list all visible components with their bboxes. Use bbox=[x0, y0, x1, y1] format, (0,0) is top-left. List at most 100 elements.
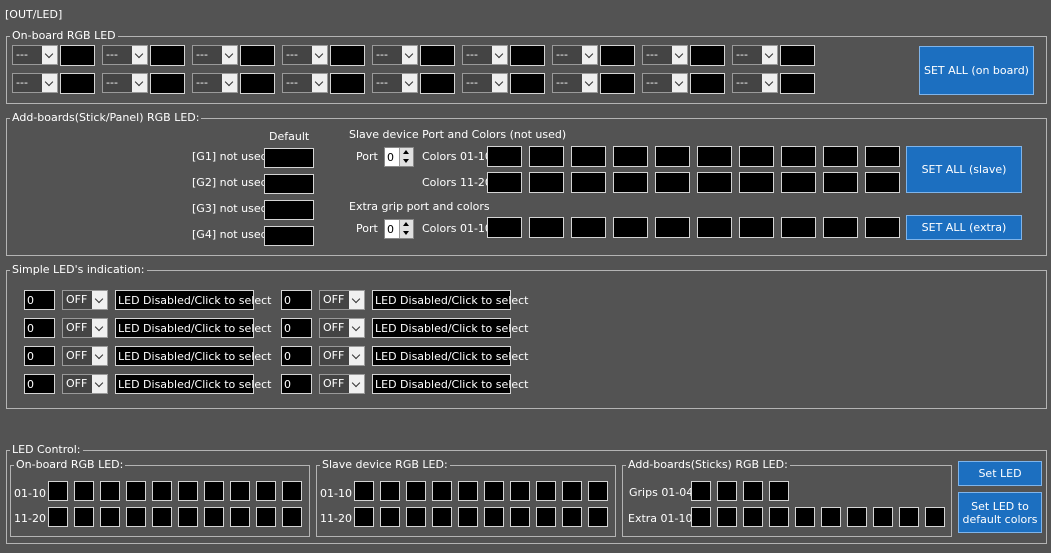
simple-led-value-field[interactable]: 0 bbox=[281, 374, 312, 394]
led-square[interactable] bbox=[354, 481, 374, 501]
simple-led-state-select[interactable]: OFF bbox=[62, 290, 108, 310]
color-box[interactable] bbox=[655, 217, 690, 238]
chevron-down-icon[interactable] bbox=[349, 291, 364, 309]
color-box[interactable] bbox=[739, 146, 774, 167]
led-square[interactable] bbox=[691, 507, 711, 527]
led-square[interactable] bbox=[282, 507, 302, 527]
color-box[interactable] bbox=[697, 146, 732, 167]
led-square[interactable] bbox=[256, 507, 276, 527]
color-box[interactable] bbox=[697, 217, 732, 238]
simple-led-state-select[interactable]: OFF bbox=[319, 346, 365, 366]
color-box[interactable] bbox=[823, 146, 858, 167]
led-square[interactable] bbox=[743, 507, 763, 527]
simple-led-value-field[interactable]: 0 bbox=[24, 290, 55, 310]
simple-led-state-select[interactable]: OFF bbox=[319, 318, 365, 338]
onboard-led-color[interactable] bbox=[240, 45, 275, 66]
led-square[interactable] bbox=[484, 481, 504, 501]
color-box[interactable] bbox=[487, 146, 522, 167]
chevron-down-icon[interactable] bbox=[492, 74, 507, 92]
onboard-led-color[interactable] bbox=[690, 45, 725, 66]
slave-port-spinner[interactable]: 0 bbox=[384, 147, 414, 167]
led-square[interactable] bbox=[152, 507, 172, 527]
led-square[interactable] bbox=[717, 507, 737, 527]
led-square[interactable] bbox=[510, 507, 530, 527]
chevron-down-icon[interactable] bbox=[42, 46, 57, 64]
led-square[interactable] bbox=[380, 481, 400, 501]
chevron-down-icon[interactable] bbox=[92, 375, 107, 393]
onboard-led-combo[interactable]: --- bbox=[102, 73, 148, 93]
spinner-arrows-icon[interactable] bbox=[399, 148, 413, 166]
simple-led-select-button[interactable]: LED Disabled/Click to select bbox=[115, 290, 271, 310]
onboard-led-color[interactable] bbox=[150, 73, 185, 94]
simple-led-value-field[interactable]: 0 bbox=[281, 346, 312, 366]
led-square[interactable] bbox=[691, 481, 711, 501]
simple-led-select-button[interactable]: LED Disabled/Click to select bbox=[372, 374, 528, 394]
onboard-led-combo[interactable]: --- bbox=[552, 73, 598, 93]
onboard-led-color[interactable] bbox=[780, 73, 815, 94]
led-square[interactable] bbox=[588, 481, 608, 501]
chevron-down-icon[interactable] bbox=[92, 291, 107, 309]
chevron-down-icon[interactable] bbox=[672, 74, 687, 92]
led-square[interactable] bbox=[48, 481, 68, 501]
led-square[interactable] bbox=[256, 481, 276, 501]
color-box[interactable] bbox=[865, 217, 900, 238]
color-box[interactable] bbox=[529, 172, 564, 193]
led-square[interactable] bbox=[380, 507, 400, 527]
simple-led-select-button[interactable]: LED Disabled/Click to select bbox=[115, 346, 271, 366]
set-led-default-button[interactable]: Set LED to default colors bbox=[958, 492, 1042, 533]
color-box[interactable] bbox=[571, 217, 606, 238]
led-square[interactable] bbox=[847, 507, 867, 527]
led-square[interactable] bbox=[178, 481, 198, 501]
onboard-led-combo[interactable]: --- bbox=[192, 73, 238, 93]
simple-led-select-button[interactable]: LED Disabled/Click to select bbox=[115, 318, 271, 338]
chevron-down-icon[interactable] bbox=[132, 74, 147, 92]
group-3-default-color[interactable] bbox=[264, 200, 314, 220]
chevron-down-icon[interactable] bbox=[762, 46, 777, 64]
led-square[interactable] bbox=[925, 507, 945, 527]
onboard-led-combo[interactable]: --- bbox=[642, 45, 688, 65]
simple-led-value-field[interactable]: 0 bbox=[281, 290, 312, 310]
onboard-led-combo[interactable]: --- bbox=[372, 73, 418, 93]
led-square[interactable] bbox=[178, 507, 198, 527]
led-square[interactable] bbox=[74, 507, 94, 527]
simple-led-state-select[interactable]: OFF bbox=[319, 290, 365, 310]
led-square[interactable] bbox=[717, 481, 737, 501]
led-square[interactable] bbox=[354, 507, 374, 527]
led-square[interactable] bbox=[873, 507, 893, 527]
onboard-led-color[interactable] bbox=[60, 73, 95, 94]
chevron-down-icon[interactable] bbox=[92, 347, 107, 365]
chevron-down-icon[interactable] bbox=[582, 46, 597, 64]
chevron-down-icon[interactable] bbox=[402, 74, 417, 92]
onboard-led-combo[interactable]: --- bbox=[282, 45, 328, 65]
onboard-led-color[interactable] bbox=[60, 45, 95, 66]
color-box[interactable] bbox=[613, 146, 648, 167]
led-square[interactable] bbox=[536, 481, 556, 501]
chevron-down-icon[interactable] bbox=[582, 74, 597, 92]
led-square[interactable] bbox=[74, 481, 94, 501]
simple-led-state-select[interactable]: OFF bbox=[62, 346, 108, 366]
color-box[interactable] bbox=[655, 172, 690, 193]
simple-led-select-button[interactable]: LED Disabled/Click to select bbox=[372, 346, 528, 366]
led-square[interactable] bbox=[588, 507, 608, 527]
onboard-led-color[interactable] bbox=[420, 45, 455, 66]
color-box[interactable] bbox=[739, 217, 774, 238]
color-box[interactable] bbox=[613, 217, 648, 238]
color-box[interactable] bbox=[865, 146, 900, 167]
led-square[interactable] bbox=[769, 481, 789, 501]
onboard-led-combo[interactable]: --- bbox=[462, 45, 508, 65]
simple-led-state-select[interactable]: OFF bbox=[62, 318, 108, 338]
chevron-down-icon[interactable] bbox=[672, 46, 687, 64]
onboard-led-combo[interactable]: --- bbox=[372, 45, 418, 65]
chevron-down-icon[interactable] bbox=[349, 319, 364, 337]
led-square[interactable] bbox=[100, 507, 120, 527]
color-box[interactable] bbox=[613, 172, 648, 193]
simple-led-value-field[interactable]: 0 bbox=[281, 318, 312, 338]
set-led-button[interactable]: Set LED bbox=[958, 461, 1042, 486]
simple-led-value-field[interactable]: 0 bbox=[24, 346, 55, 366]
led-square[interactable] bbox=[204, 481, 224, 501]
color-box[interactable] bbox=[739, 172, 774, 193]
led-square[interactable] bbox=[48, 507, 68, 527]
led-square[interactable] bbox=[769, 507, 789, 527]
onboard-led-color[interactable] bbox=[510, 73, 545, 94]
set-all-extra-button[interactable]: SET ALL (extra) bbox=[906, 215, 1022, 240]
